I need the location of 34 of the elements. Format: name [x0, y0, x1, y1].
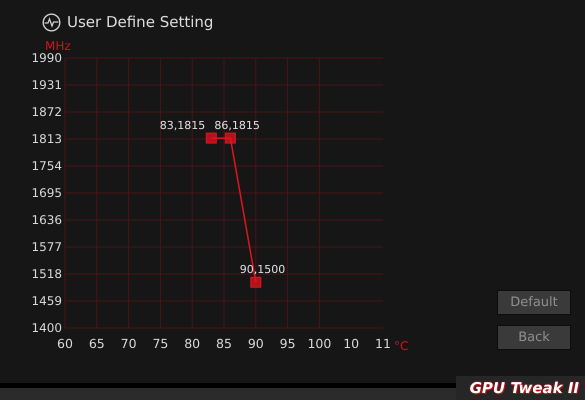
y-tick-label: 1636 [31, 213, 62, 227]
x-tick-label: 75 [152, 336, 168, 351]
curve-point-handle[interactable] [224, 132, 236, 144]
y-tick-label: 1990 [31, 51, 62, 65]
y-axis-unit: MHz [45, 39, 71, 53]
x-tick-label: 11 [375, 336, 391, 351]
y-tick-label: 1695 [31, 186, 62, 200]
x-tick-label: 10 [343, 336, 360, 351]
y-tick-label: 1931 [31, 78, 62, 92]
y-tick-label: 1813 [31, 132, 62, 146]
x-tick-label: 70 [120, 336, 137, 351]
x-tick-label: 85 [216, 336, 232, 351]
curve-point-handle[interactable] [206, 132, 217, 144]
action-button[interactable]: Back [497, 325, 571, 350]
x-tick-label: 80 [184, 336, 200, 351]
curve-point-handle[interactable] [250, 276, 262, 288]
y-tick-label: 1400 [31, 321, 62, 335]
y-tick-label: 1754 [31, 159, 62, 173]
action-button[interactable]: Default [497, 290, 571, 315]
x-axis-unit: °C [394, 339, 408, 353]
y-tick-label: 1459 [31, 294, 62, 308]
y-tick-label: 1518 [31, 267, 62, 281]
pulse-icon [42, 12, 61, 32]
window-title: User Define Setting [67, 13, 214, 31]
brand-logo: GPU Tweak II [456, 376, 585, 400]
point-label: 83,1815 [160, 119, 206, 132]
x-tick-label: 100 [307, 336, 332, 351]
y-tick-label: 1872 [31, 105, 62, 119]
x-tick-label: 95 [280, 336, 296, 351]
y-tick-label: 1577 [31, 240, 62, 254]
x-tick-label: 90 [248, 336, 264, 351]
point-label: 86,1815 [214, 119, 260, 132]
x-tick-label: 65 [88, 336, 105, 351]
x-tick-label: 60 [57, 336, 73, 351]
